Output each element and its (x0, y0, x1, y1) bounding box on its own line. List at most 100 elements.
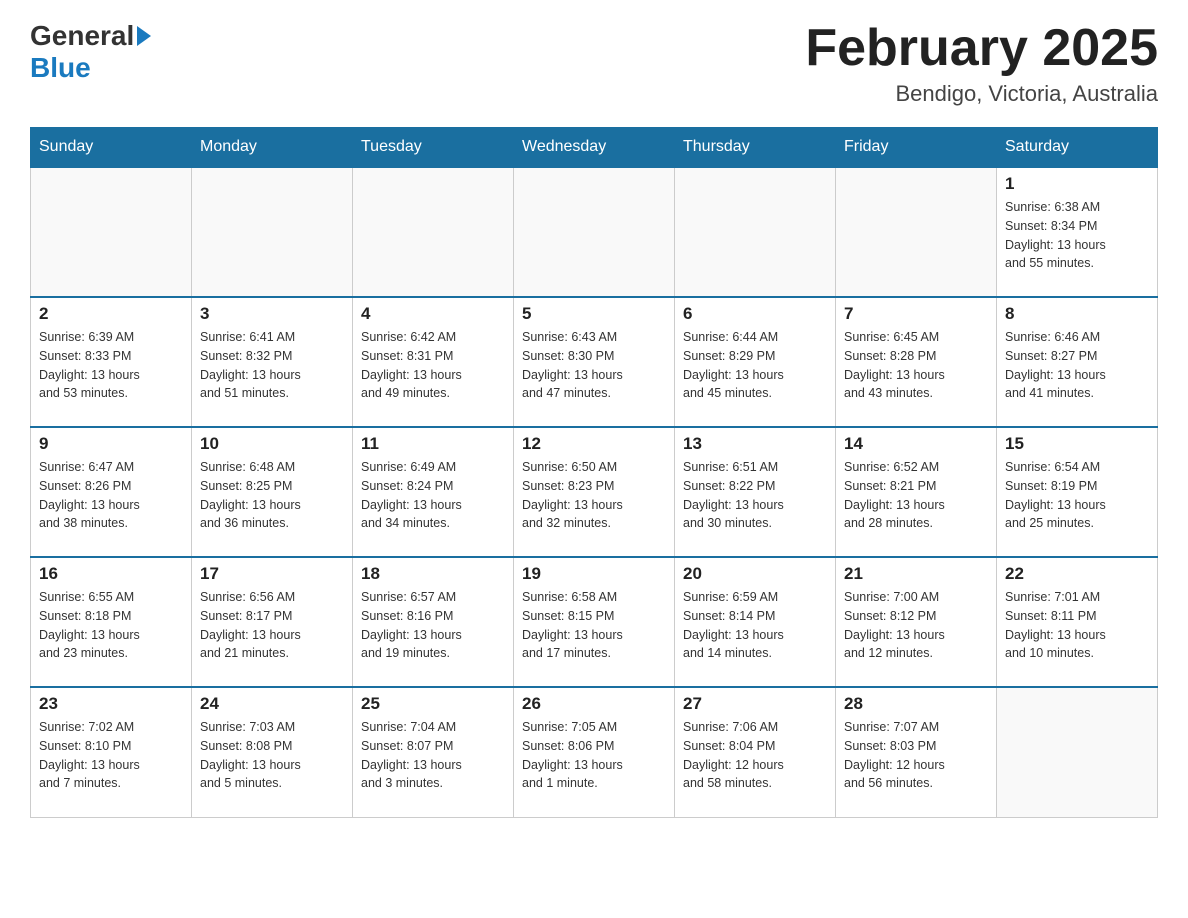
calendar-cell: 14Sunrise: 6:52 AMSunset: 8:21 PMDayligh… (836, 427, 997, 557)
calendar-cell (353, 167, 514, 297)
day-info: Sunrise: 7:03 AMSunset: 8:08 PMDaylight:… (200, 718, 344, 793)
calendar-cell: 27 Sunrise: 7:06 AMSunset: 8:04 PMDayligh… (675, 687, 836, 817)
calendar-cell (836, 167, 997, 297)
title-section: February 2025 Bendigo, Victoria, Austral… (805, 20, 1158, 107)
day-number: 13 (683, 434, 827, 454)
day-info: Sunrise: 6:50 AMSunset: 8:23 PMDaylight:… (522, 458, 666, 533)
day-number: 2 (39, 304, 183, 324)
day-number: 9 (39, 434, 183, 454)
day-info: Sunrise: 7:04 AMSunset: 8:07 PMDaylight:… (361, 718, 505, 793)
calendar-cell: 18 Sunrise: 6:57 AMSunset: 8:16 PMDayligh… (353, 557, 514, 687)
calendar-cell (192, 167, 353, 297)
calendar-header-row: SundayMondayTuesdayWednesdayThursdayFrid… (31, 128, 1158, 168)
calendar-cell: 23 Sunrise: 7:02 AMSunset: 8:10 PMDayligh… (31, 687, 192, 817)
calendar-cell: 5Sunrise: 6:43 AMSunset: 8:30 PMDaylight… (514, 297, 675, 427)
day-info: Sunrise: 6:49 AMSunset: 8:24 PMDaylight:… (361, 458, 505, 533)
header-monday: Monday (192, 128, 353, 168)
day-info: Sunrise: 7:01 AMSunset: 8:11 PMDaylight:… (1005, 588, 1149, 663)
calendar-cell (997, 687, 1158, 817)
day-info: Sunrise: 6:56 AMSunset: 8:17 PMDaylight:… (200, 588, 344, 663)
day-number: 22 (1005, 564, 1149, 584)
calendar-table: SundayMondayTuesdayWednesdayThursdayFrid… (30, 127, 1158, 818)
day-number: 10 (200, 434, 344, 454)
day-info: Sunrise: 7:06 AMSunset: 8:04 PMDaylight:… (683, 718, 827, 793)
day-info: Sunrise: 6:57 AMSunset: 8:16 PMDaylight:… (361, 588, 505, 663)
header-sunday: Sunday (31, 128, 192, 168)
day-info: Sunrise: 6:48 AMSunset: 8:25 PMDaylight:… (200, 458, 344, 533)
logo-triangle-icon (137, 26, 151, 46)
calendar-cell (514, 167, 675, 297)
header-friday: Friday (836, 128, 997, 168)
day-info: Sunrise: 6:41 AMSunset: 8:32 PMDaylight:… (200, 328, 344, 403)
day-number: 15 (1005, 434, 1149, 454)
day-number: 19 (522, 564, 666, 584)
day-number: 11 (361, 434, 505, 454)
day-info: Sunrise: 6:46 AMSunset: 8:27 PMDaylight:… (1005, 328, 1149, 403)
calendar-cell: 12 Sunrise: 6:50 AMSunset: 8:23 PMDayligh… (514, 427, 675, 557)
week-row-1: 1Sunrise: 6:38 AMSunset: 8:34 PMDaylight… (31, 167, 1158, 297)
calendar-cell: 11 Sunrise: 6:49 AMSunset: 8:24 PMDayligh… (353, 427, 514, 557)
calendar-cell: 10 Sunrise: 6:48 AMSunset: 8:25 PMDayligh… (192, 427, 353, 557)
day-number: 18 (361, 564, 505, 584)
calendar-cell: 7 Sunrise: 6:45 AMSunset: 8:28 PMDaylight… (836, 297, 997, 427)
day-number: 28 (844, 694, 988, 714)
day-info: Sunrise: 6:39 AMSunset: 8:33 PMDaylight:… (39, 328, 183, 403)
calendar-cell: 13 Sunrise: 6:51 AMSunset: 8:22 PMDayligh… (675, 427, 836, 557)
week-row-5: 23 Sunrise: 7:02 AMSunset: 8:10 PMDayligh… (31, 687, 1158, 817)
location-title: Bendigo, Victoria, Australia (805, 81, 1158, 107)
day-number: 17 (200, 564, 344, 584)
day-info: Sunrise: 7:07 AMSunset: 8:03 PMDaylight:… (844, 718, 988, 793)
calendar-cell: 26 Sunrise: 7:05 AMSunset: 8:06 PMDayligh… (514, 687, 675, 817)
calendar-cell: 16Sunrise: 6:55 AMSunset: 8:18 PMDayligh… (31, 557, 192, 687)
month-title: February 2025 (805, 20, 1158, 77)
day-number: 6 (683, 304, 827, 324)
calendar-cell: 24 Sunrise: 7:03 AMSunset: 8:08 PMDayligh… (192, 687, 353, 817)
day-number: 23 (39, 694, 183, 714)
logo: General Blue (30, 20, 154, 84)
week-row-3: 9Sunrise: 6:47 AMSunset: 8:26 PMDaylight… (31, 427, 1158, 557)
day-number: 3 (200, 304, 344, 324)
header-wednesday: Wednesday (514, 128, 675, 168)
day-number: 20 (683, 564, 827, 584)
calendar-cell: 17 Sunrise: 6:56 AMSunset: 8:17 PMDayligh… (192, 557, 353, 687)
calendar-cell: 21 Sunrise: 7:00 AMSunset: 8:12 PMDayligh… (836, 557, 997, 687)
page-header: General Blue February 2025 Bendigo, Vict… (30, 20, 1158, 107)
day-number: 21 (844, 564, 988, 584)
day-number: 5 (522, 304, 666, 324)
day-info: Sunrise: 6:54 AMSunset: 8:19 PMDaylight:… (1005, 458, 1149, 533)
day-number: 4 (361, 304, 505, 324)
day-number: 1 (1005, 174, 1149, 194)
calendar-cell: 19 Sunrise: 6:58 AMSunset: 8:15 PMDayligh… (514, 557, 675, 687)
day-info: Sunrise: 7:00 AMSunset: 8:12 PMDaylight:… (844, 588, 988, 663)
calendar-cell: 15 Sunrise: 6:54 AMSunset: 8:19 PMDayligh… (997, 427, 1158, 557)
day-info: Sunrise: 6:45 AMSunset: 8:28 PMDaylight:… (844, 328, 988, 403)
day-number: 27 (683, 694, 827, 714)
day-info: Sunrise: 7:05 AMSunset: 8:06 PMDaylight:… (522, 718, 666, 793)
day-number: 25 (361, 694, 505, 714)
calendar-cell: 25 Sunrise: 7:04 AMSunset: 8:07 PMDayligh… (353, 687, 514, 817)
day-number: 26 (522, 694, 666, 714)
day-info: Sunrise: 7:02 AMSunset: 8:10 PMDaylight:… (39, 718, 183, 793)
day-info: Sunrise: 6:55 AMSunset: 8:18 PMDaylight:… (39, 588, 183, 663)
day-info: Sunrise: 6:51 AMSunset: 8:22 PMDaylight:… (683, 458, 827, 533)
day-info: Sunrise: 6:58 AMSunset: 8:15 PMDaylight:… (522, 588, 666, 663)
header-thursday: Thursday (675, 128, 836, 168)
day-number: 8 (1005, 304, 1149, 324)
day-number: 7 (844, 304, 988, 324)
logo-blue-text: Blue (30, 52, 91, 83)
day-number: 12 (522, 434, 666, 454)
week-row-2: 2 Sunrise: 6:39 AMSunset: 8:33 PMDaylight… (31, 297, 1158, 427)
calendar-cell: 28 Sunrise: 7:07 AMSunset: 8:03 PMDayligh… (836, 687, 997, 817)
calendar-cell: 22 Sunrise: 7:01 AMSunset: 8:11 PMDayligh… (997, 557, 1158, 687)
day-info: Sunrise: 6:59 AMSunset: 8:14 PMDaylight:… (683, 588, 827, 663)
calendar-cell (31, 167, 192, 297)
calendar-cell (675, 167, 836, 297)
calendar-cell: 9Sunrise: 6:47 AMSunset: 8:26 PMDaylight… (31, 427, 192, 557)
header-saturday: Saturday (997, 128, 1158, 168)
day-number: 24 (200, 694, 344, 714)
day-info: Sunrise: 6:52 AMSunset: 8:21 PMDaylight:… (844, 458, 988, 533)
calendar-cell: 6Sunrise: 6:44 AMSunset: 8:29 PMDaylight… (675, 297, 836, 427)
calendar-cell: 1Sunrise: 6:38 AMSunset: 8:34 PMDaylight… (997, 167, 1158, 297)
calendar-cell: 8 Sunrise: 6:46 AMSunset: 8:27 PMDaylight… (997, 297, 1158, 427)
calendar-cell: 20 Sunrise: 6:59 AMSunset: 8:14 PMDayligh… (675, 557, 836, 687)
